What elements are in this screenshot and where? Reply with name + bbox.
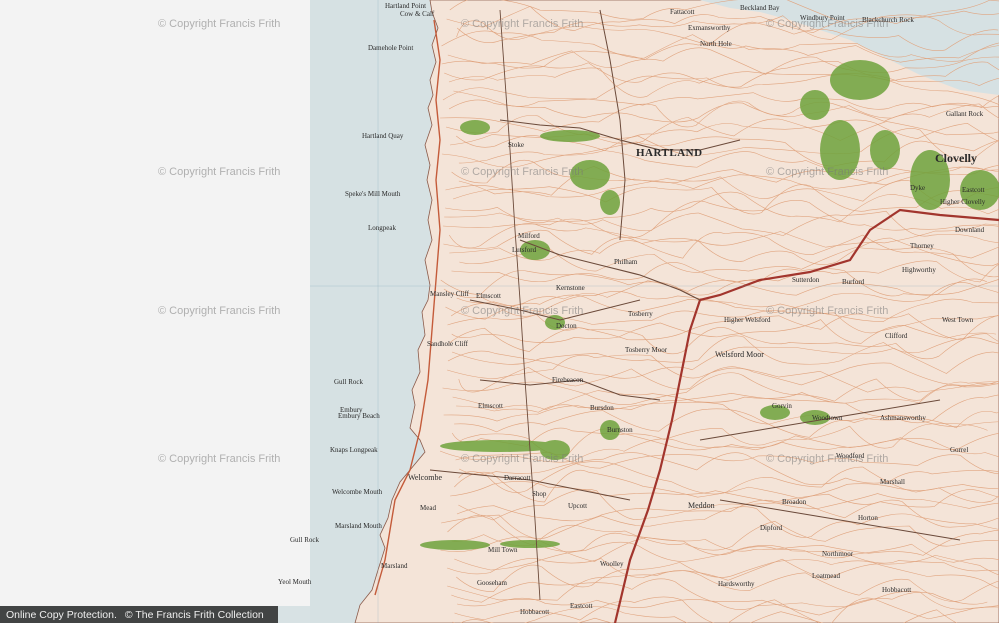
footer-protection-text: Online Copy Protection.	[6, 608, 117, 621]
label-clovelly: Clovelly	[935, 151, 977, 165]
label-upcott: Upcott	[568, 502, 587, 510]
label-darracott: Darracott	[504, 474, 530, 482]
label-mill-town: Mill Town	[488, 546, 518, 554]
label-dipford: Dipford	[760, 524, 783, 532]
label-northmoor: Northmoor	[822, 550, 854, 558]
label-kernstone: Kernstone	[556, 284, 585, 292]
watermark: © Copyright Francis Frith	[158, 305, 281, 317]
label-gull-rock-2: Gull Rock	[290, 536, 319, 544]
label-west-town: West Town	[942, 316, 974, 324]
label-marsland: Marsland	[381, 562, 408, 570]
label-welsford-moor: Welsford Moor	[715, 350, 764, 359]
label-philham: Philham	[614, 258, 638, 266]
label-burnston: Burnston	[607, 426, 633, 434]
label-gallant-rock: Gallant Rock	[946, 110, 984, 118]
label-north-hole: North Hole	[700, 40, 732, 48]
label-higher-clovelly: Higher Clovelly	[940, 198, 986, 206]
label-tosberry-moor: Tosberry Moor	[625, 346, 668, 354]
watermark: © Copyright Francis Frith	[461, 18, 584, 30]
label-hobbacott-2: Hobbacott	[882, 586, 911, 594]
label-spekes-mill-mouth: Speke's Mill Mouth	[345, 190, 401, 198]
label-milford: Milford	[518, 232, 540, 240]
label-higher-welsford: Higher Welsford	[724, 316, 771, 324]
label-woodtown: Woodtown	[812, 414, 843, 422]
label-mead: Mead	[420, 504, 436, 512]
label-gooseham: Gooseham	[477, 579, 507, 587]
label-downland: Downland	[955, 226, 985, 234]
label-yeol-mouth: Yeol Mouth	[278, 578, 312, 586]
watermark: © Copyright Francis Frith	[461, 453, 584, 465]
watermark: © Copyright Francis Frith	[158, 453, 281, 465]
map-viewer[interactable]: HARTLAND Clovelly Welcombe Meddon Burnst…	[0, 0, 999, 623]
copy-protection-banner: Online Copy Protection. © The Francis Fr…	[0, 606, 278, 623]
label-exmansworthy: Exmansworthy	[688, 24, 731, 32]
label-eastcott: Eastcott	[570, 602, 593, 610]
label-shop: Shop	[532, 490, 547, 498]
label-dyke: Dyke	[910, 184, 925, 192]
label-elmscott-2: Elmscott	[478, 402, 503, 410]
watermark: © Copyright Francis Frith	[461, 166, 584, 178]
woodland-patch	[600, 190, 620, 215]
label-ashmansworthy: Ashmansworthy	[880, 414, 926, 422]
label-welcombe-mouth: Welcombe Mouth	[332, 488, 383, 496]
watermark: © Copyright Francis Frith	[158, 166, 281, 178]
label-gorrel: Gorrel	[950, 446, 968, 454]
label-thorney: Thorney	[910, 242, 934, 250]
label-hartland: HARTLAND	[636, 147, 703, 159]
label-meddon: Meddon	[688, 501, 715, 510]
woodland-patch	[420, 540, 490, 550]
watermark: © Copyright Francis Frith	[158, 18, 281, 30]
woodland-patch	[800, 90, 830, 120]
woodland-patch	[830, 60, 890, 100]
label-fattacott: Fattacott	[670, 8, 695, 16]
label-gull-rock: Gull Rock	[334, 378, 363, 386]
label-longpeak: Longpeak	[368, 224, 396, 232]
label-woolley: Woolley	[600, 560, 624, 568]
label-sandhole-cliff: Sandhole Cliff	[427, 340, 469, 348]
label-hobbacott: Hobbacott	[520, 608, 549, 616]
label-highworthy: Highworthy	[902, 266, 936, 274]
label-bursdon: Bursdon	[590, 404, 614, 412]
label-gorvin: Gorvin	[772, 402, 792, 410]
watermark: © Copyright Francis Frith	[461, 305, 584, 317]
label-tosberry: Tosberry	[628, 310, 653, 318]
label-cow-calf: Cow & Calf	[400, 10, 435, 18]
label-sutterdon: Sutterdon	[792, 276, 820, 284]
label-loatmead: Loatmead	[812, 572, 840, 580]
label-embury: Embury	[340, 406, 363, 414]
watermark: © Copyright Francis Frith	[766, 166, 889, 178]
label-elmscott: Elmscott	[476, 292, 501, 300]
label-knaps-longpeak: Knaps Longpeak	[330, 446, 378, 454]
label-stoke: Stoke	[508, 141, 524, 149]
label-mansley-cliff: Mansley Cliff	[430, 290, 470, 298]
label-beckland-bay: Beckland Bay	[740, 4, 780, 12]
label-burford: Burford	[842, 278, 865, 286]
footer-copyright-text: © The Francis Frith Collection	[124, 608, 264, 621]
label-firebeacon: Firebeacon	[552, 376, 584, 384]
label-hardsworthy: Hardsworthy	[718, 580, 755, 588]
label-marshall: Marshall	[880, 478, 905, 486]
label-damehole-point: Damehole Point	[368, 44, 413, 52]
label-lutsford: Lutsford	[512, 246, 537, 254]
watermark: © Copyright Francis Frith	[766, 18, 889, 30]
watermark: © Copyright Francis Frith	[766, 453, 889, 465]
woodland-patch	[870, 130, 900, 170]
label-horton: Horton	[858, 514, 878, 522]
label-hartland-quay: Hartland Quay	[362, 132, 404, 140]
label-clifford: Clifford	[885, 332, 908, 340]
label-eastcott-2: Eastcott	[962, 186, 985, 194]
label-welcombe: Welcombe	[408, 473, 442, 482]
label-hartland-point: Hartland Point	[385, 2, 426, 10]
label-docton: Docton	[556, 322, 577, 330]
woodland-patch	[460, 120, 490, 135]
label-marsland-mouth: Marsland Mouth	[335, 522, 382, 530]
label-broadon: Broadon	[782, 498, 807, 506]
watermark: © Copyright Francis Frith	[766, 305, 889, 317]
